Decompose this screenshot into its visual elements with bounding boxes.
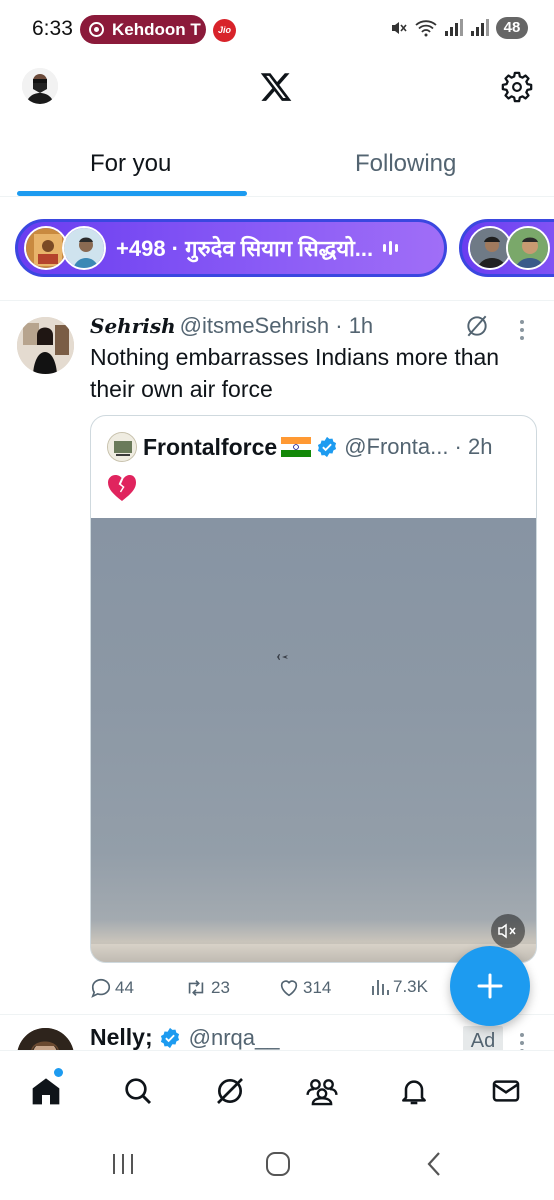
promoted-tweet-header: Nelly; @nrqa__ bbox=[90, 1024, 279, 1050]
views-button[interactable]: 7.3K bbox=[370, 977, 428, 997]
nav-grok[interactable] bbox=[208, 1069, 252, 1113]
promoted-author-handle: @nrqa__ bbox=[188, 1024, 280, 1050]
space-title: +498 · गुरुदेव सियाग सिद्धयो... bbox=[116, 236, 374, 261]
search-icon bbox=[125, 1078, 152, 1105]
tweet-text: Nothing embarrasses Indians more than th… bbox=[90, 344, 500, 402]
carrier-badge: Jio bbox=[213, 19, 236, 42]
record-icon bbox=[89, 22, 104, 37]
bottom-nav bbox=[0, 1050, 554, 1130]
system-nav-bar bbox=[0, 1130, 554, 1200]
nav-messages[interactable] bbox=[484, 1069, 528, 1113]
views-icon bbox=[372, 980, 389, 995]
recent-apps-icon[interactable] bbox=[110, 1150, 136, 1178]
feed-tabs: For you Following bbox=[0, 140, 554, 197]
tab-for-you[interactable]: For you bbox=[90, 150, 171, 178]
promoted-author-avatar[interactable] bbox=[17, 1028, 74, 1050]
tab-following[interactable]: Following bbox=[355, 150, 456, 178]
tweet-actions: 44 23 314 7.3K bbox=[90, 977, 450, 1003]
communities-icon bbox=[306, 1079, 338, 1106]
status-icons: 48 bbox=[390, 17, 528, 39]
quoted-tweet-header: Frontalforce @Fronta... · 2h bbox=[107, 432, 492, 462]
heart-icon bbox=[280, 980, 298, 997]
repost-icon bbox=[188, 980, 204, 996]
repost-button[interactable]: 23 bbox=[184, 977, 230, 999]
view-count: 7.3K bbox=[393, 977, 428, 996]
tweet-author-handle: @itsmeSehrish · 1h bbox=[179, 313, 374, 338]
grok-icon bbox=[217, 1078, 243, 1104]
space-speaker-avatar bbox=[62, 226, 106, 270]
quoted-author-avatar bbox=[107, 432, 137, 462]
verified-badge-icon bbox=[160, 1027, 179, 1048]
live-activity-label: Kehdoon T bbox=[112, 19, 201, 39]
feed-divider bbox=[0, 300, 554, 301]
back-icon[interactable] bbox=[424, 1150, 444, 1178]
grok-icon[interactable] bbox=[464, 313, 490, 339]
more-icon[interactable] bbox=[518, 1032, 526, 1050]
mail-icon bbox=[492, 1080, 520, 1102]
like-button[interactable]: 314 bbox=[278, 977, 331, 999]
battery-indicator: 48 bbox=[496, 17, 528, 39]
nav-notifications[interactable] bbox=[392, 1069, 436, 1113]
tweet-author-avatar[interactable] bbox=[17, 317, 74, 374]
video-player[interactable] bbox=[91, 518, 536, 962]
gear-icon[interactable] bbox=[500, 70, 534, 104]
quoted-author-name: Frontalforce bbox=[143, 433, 278, 460]
notification-dot bbox=[54, 1068, 63, 1077]
home-button-icon[interactable] bbox=[264, 1150, 292, 1178]
space-speaker-avatar-2 bbox=[506, 226, 550, 270]
more-icon[interactable] bbox=[518, 319, 526, 341]
plus-icon bbox=[477, 973, 503, 999]
reply-count: 44 bbox=[115, 978, 134, 997]
reply-icon bbox=[91, 978, 111, 998]
mute-toggle-button[interactable] bbox=[491, 914, 525, 948]
reply-button[interactable]: 44 bbox=[90, 977, 134, 999]
india-flag-icon bbox=[281, 437, 312, 457]
nav-communities[interactable] bbox=[300, 1069, 344, 1113]
space-pill-secondary[interactable] bbox=[459, 219, 554, 277]
bell-icon bbox=[402, 1080, 426, 1105]
avatar-image bbox=[22, 68, 58, 104]
broken-heart-icon bbox=[108, 475, 136, 501]
repost-count: 23 bbox=[211, 978, 230, 997]
tweet-header: Sehrish @itsmeSehrish · 1h bbox=[90, 313, 373, 339]
quoted-author-handle: @Fronta... · 2h bbox=[344, 434, 493, 459]
status-bar: 6:33 Kehdoon T Jio 48 bbox=[0, 0, 554, 60]
mute-icon bbox=[392, 22, 407, 34]
promoted-author-name[interactable]: Nelly; bbox=[90, 1024, 153, 1050]
tweet-author-name[interactable]: Sehrish bbox=[90, 314, 176, 338]
nav-search[interactable] bbox=[116, 1069, 160, 1113]
ad-badge: Ad bbox=[463, 1026, 503, 1050]
signal-icon-2 bbox=[471, 19, 489, 36]
compose-button[interactable] bbox=[450, 946, 530, 1026]
signal-icon bbox=[445, 19, 463, 36]
spaces-bar: +498 · गुरुदेव सियाग सिद्धयो... bbox=[0, 215, 554, 285]
verified-badge-icon bbox=[318, 436, 337, 458]
active-tab-indicator bbox=[17, 191, 247, 196]
wifi-icon bbox=[415, 20, 437, 37]
live-activity-pill[interactable]: Kehdoon T bbox=[80, 15, 206, 44]
status-time: 6:33 bbox=[32, 17, 73, 40]
like-count: 314 bbox=[303, 978, 332, 997]
x-logo-icon[interactable] bbox=[258, 70, 294, 104]
space-pill[interactable]: +498 · गुरुदेव सियाग सिद्धयो... bbox=[15, 219, 447, 277]
speaker-muted-icon bbox=[498, 923, 516, 939]
top-bar bbox=[0, 60, 554, 122]
live-audio-icon bbox=[383, 241, 399, 255]
home-icon bbox=[32, 1078, 60, 1105]
profile-avatar[interactable] bbox=[22, 68, 58, 104]
quoted-tweet[interactable]: Frontalforce @Fronta... · 2h bbox=[90, 415, 537, 963]
jet-silhouette bbox=[272, 654, 288, 660]
